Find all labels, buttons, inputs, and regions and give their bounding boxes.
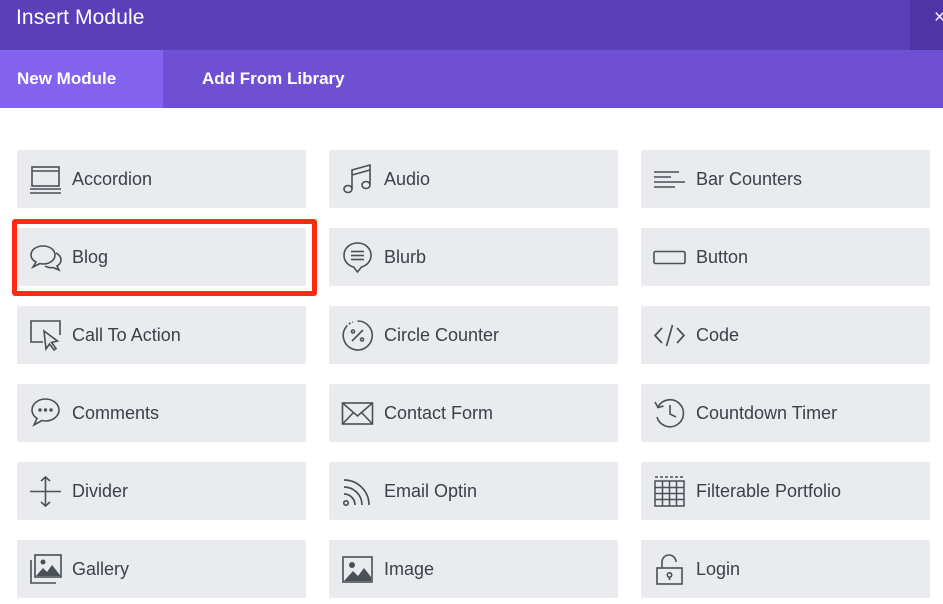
- module-circle-counter[interactable]: Circle Counter: [329, 306, 618, 364]
- modal-title: Insert Module: [16, 6, 145, 29]
- module-filterable-portfolio[interactable]: Filterable Portfolio: [641, 462, 930, 520]
- module-blurb[interactable]: Blurb: [329, 228, 618, 286]
- music-note-icon: [341, 163, 374, 196]
- module-countdown-timer[interactable]: Countdown Timer: [641, 384, 930, 442]
- image-icon: [341, 553, 374, 586]
- speech-bubbles-icon: [29, 241, 62, 274]
- module-audio[interactable]: Audio: [329, 150, 618, 208]
- module-label: Audio: [384, 169, 431, 189]
- module-label: Blurb: [384, 247, 427, 267]
- module-accordion[interactable]: Accordion: [17, 150, 306, 208]
- grid-icon: [653, 475, 686, 508]
- module-gallery[interactable]: Gallery: [17, 540, 306, 598]
- module-contact-form[interactable]: Contact Form: [329, 384, 618, 442]
- module-login[interactable]: Login: [641, 540, 930, 598]
- code-icon: [653, 319, 686, 352]
- rss-icon: [341, 475, 374, 508]
- module-image[interactable]: Image: [329, 540, 618, 598]
- divider-icon: [29, 475, 62, 508]
- module-label: Bar Counters: [696, 169, 803, 189]
- module-label: Comments: [72, 403, 160, 423]
- module-label: Code: [696, 325, 740, 345]
- module-label: Divider: [72, 481, 129, 501]
- tab-new-module[interactable]: New Module: [0, 50, 163, 108]
- module-label: Call To Action: [72, 325, 181, 345]
- module-label: Blog: [72, 247, 109, 267]
- close-button[interactable]: ×: [910, 0, 943, 50]
- module-label: Button: [696, 247, 749, 267]
- tab-bar: New Module Add From Library: [0, 50, 943, 108]
- module-label: Image: [384, 559, 435, 579]
- call-to-action-icon: [29, 319, 62, 352]
- countdown-timer-icon: [653, 397, 686, 430]
- module-bar-counters[interactable]: Bar Counters: [641, 150, 930, 208]
- blurb-icon: [341, 241, 374, 274]
- module-label: Circle Counter: [384, 325, 500, 345]
- accordion-icon: [29, 163, 62, 196]
- circle-counter-icon: [341, 319, 374, 352]
- tab-add-from-library[interactable]: Add From Library: [163, 50, 383, 108]
- padlock-icon: [653, 553, 686, 586]
- module-button[interactable]: Button: [641, 228, 930, 286]
- envelope-icon: [341, 397, 374, 430]
- bar-counters-icon: [653, 163, 686, 196]
- module-call-to-action[interactable]: Call To Action: [17, 306, 306, 364]
- module-label: Login: [696, 559, 741, 579]
- gallery-icon: [29, 553, 62, 586]
- module-comments[interactable]: Comments: [17, 384, 306, 442]
- module-divider[interactable]: Divider: [17, 462, 306, 520]
- module-email-optin[interactable]: Email Optin: [329, 462, 618, 520]
- module-label: Contact Form: [384, 403, 494, 423]
- comments-icon: [29, 397, 62, 430]
- button-icon: [653, 241, 686, 274]
- module-label: Email Optin: [384, 481, 478, 501]
- module-code[interactable]: Code: [641, 306, 930, 364]
- module-label: Filterable Portfolio: [696, 481, 842, 501]
- module-label: Accordion: [72, 169, 153, 189]
- module-label: Gallery: [72, 559, 130, 579]
- module-blog[interactable]: Blog: [17, 228, 306, 286]
- modal-header: Insert Module ×: [0, 0, 943, 50]
- module-label: Countdown Timer: [696, 403, 838, 423]
